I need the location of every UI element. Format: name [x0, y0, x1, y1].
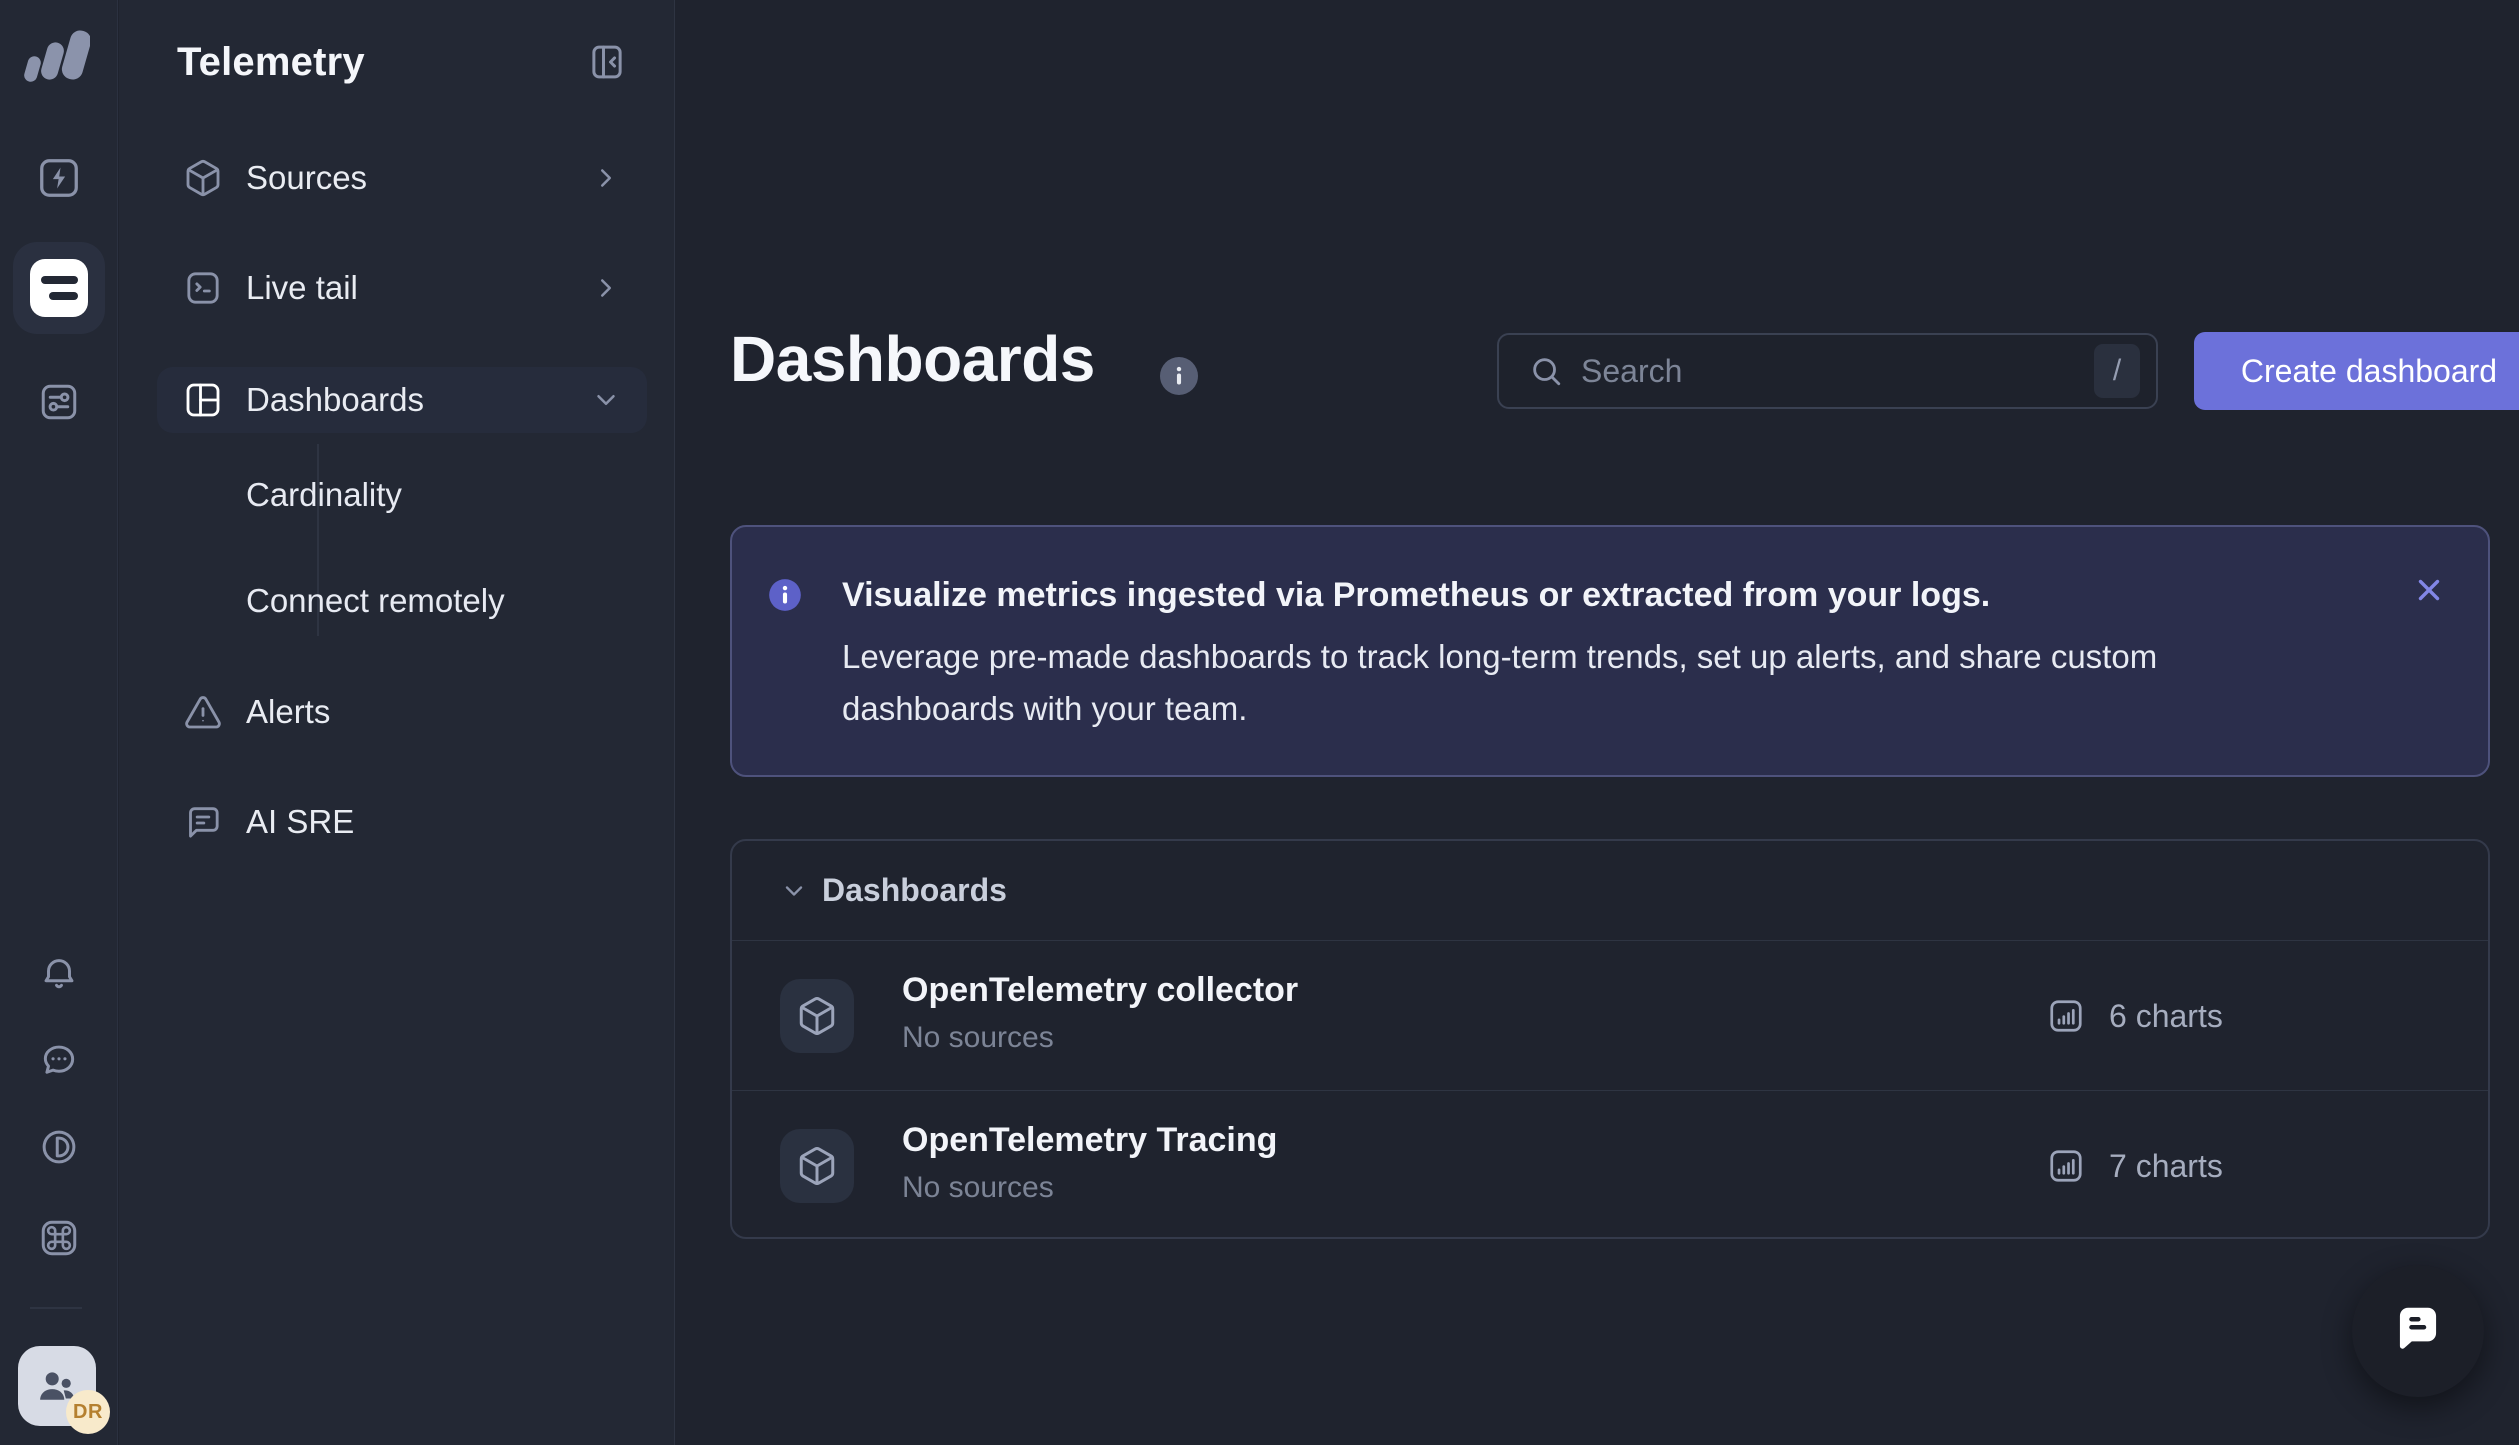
sidebar-item-label: Dashboards — [246, 381, 424, 419]
cube-icon — [780, 979, 854, 1053]
sidebar-nav: Telemetry Sources Live tail — [119, 0, 675, 1445]
sidebar-item-sources[interactable]: Sources — [157, 145, 647, 211]
warning-triangle-icon — [183, 692, 223, 732]
page-title: Dashboards — [730, 322, 1095, 396]
chevron-right-icon — [591, 273, 621, 303]
chevron-right-icon — [591, 163, 621, 193]
app-title: Telemetry — [177, 40, 365, 85]
dashboards-list-card: Dashboards OpenTelemetry collector No so… — [730, 839, 2490, 1239]
page-info-icon[interactable] — [1160, 357, 1198, 395]
main-content: Dashboards / Create dashboard Visua — [676, 0, 2519, 1445]
search-shortcut-badge: / — [2094, 344, 2140, 398]
chat-dots-icon[interactable] — [13, 1014, 105, 1106]
chevron-down-icon — [780, 877, 808, 905]
info-icon — [766, 576, 804, 614]
chevron-down-icon — [591, 385, 621, 415]
dashboard-title: OpenTelemetry collector — [902, 969, 1298, 1011]
search-input-container: / — [1497, 333, 2158, 409]
sidebar-item-dashboards[interactable]: Dashboards — [157, 367, 647, 433]
rail-divider — [30, 1307, 82, 1309]
sidebar-item-label: AI SRE — [246, 803, 354, 841]
section-header-label: Dashboards — [822, 872, 1007, 909]
logs-icon[interactable] — [13, 242, 105, 334]
chat-bubble-icon — [2387, 1300, 2449, 1362]
bell-icon[interactable] — [13, 926, 105, 1018]
pipeline-icon[interactable] — [13, 132, 105, 224]
sidebar-item-ai-sre[interactable]: AI SRE — [157, 789, 647, 855]
banner-body: Leverage pre-made dashboards to track lo… — [842, 631, 2322, 735]
chat-launcher-button[interactable] — [2352, 1265, 2484, 1397]
charts-count: 6 charts — [2109, 998, 2223, 1035]
sidebar-item-live-tail[interactable]: Live tail — [157, 255, 647, 321]
sidebar-item-label: Sources — [246, 159, 367, 197]
cube-icon — [183, 158, 223, 198]
contrast-icon[interactable] — [13, 1101, 105, 1193]
bar-chart-icon — [2047, 997, 2085, 1035]
dashboard-subtitle: No sources — [902, 1019, 1298, 1057]
bar-chart-icon — [2047, 1147, 2085, 1185]
icon-rail: DR — [0, 0, 118, 1445]
sidebar-item-alerts[interactable]: Alerts — [157, 679, 647, 745]
user-initials-badge[interactable]: DR — [66, 1390, 110, 1434]
dashboard-title: OpenTelemetry Tracing — [902, 1119, 1277, 1161]
info-banner: Visualize metrics ingested via Prometheu… — [730, 525, 2490, 777]
sidebar-item-label: Alerts — [246, 693, 330, 731]
cube-icon — [780, 1129, 854, 1203]
sidebar-item-cardinality[interactable]: Cardinality — [157, 462, 647, 528]
collapse-sidebar-icon[interactable] — [584, 39, 630, 85]
dashboard-subtitle: No sources — [902, 1169, 1277, 1207]
sidebar-item-label: Connect remotely — [246, 582, 505, 620]
dashboard-row[interactable]: OpenTelemetry Tracing No sources 7 chart… — [732, 1091, 2488, 1241]
dashboard-layout-icon — [183, 380, 223, 420]
sidebar-item-label: Cardinality — [246, 476, 402, 514]
terminal-icon — [183, 268, 223, 308]
create-dashboard-button[interactable]: Create dashboard — [2194, 332, 2519, 410]
close-icon[interactable] — [2412, 573, 2446, 607]
command-icon[interactable] — [13, 1192, 105, 1284]
search-input[interactable] — [1581, 353, 2076, 390]
mezmo-logo-icon[interactable] — [22, 30, 90, 84]
message-square-icon — [183, 802, 223, 842]
dashboards-section-header[interactable]: Dashboards — [732, 841, 2488, 941]
sliders-icon[interactable] — [13, 356, 105, 448]
banner-title: Visualize metrics ingested via Prometheu… — [842, 575, 1990, 615]
search-icon — [1529, 354, 1563, 388]
sidebar-item-label: Live tail — [246, 269, 358, 307]
charts-count: 7 charts — [2109, 1148, 2223, 1185]
dashboard-row[interactable]: OpenTelemetry collector No sources 6 cha… — [732, 941, 2488, 1091]
sidebar-item-connect-remotely[interactable]: Connect remotely — [157, 568, 647, 634]
